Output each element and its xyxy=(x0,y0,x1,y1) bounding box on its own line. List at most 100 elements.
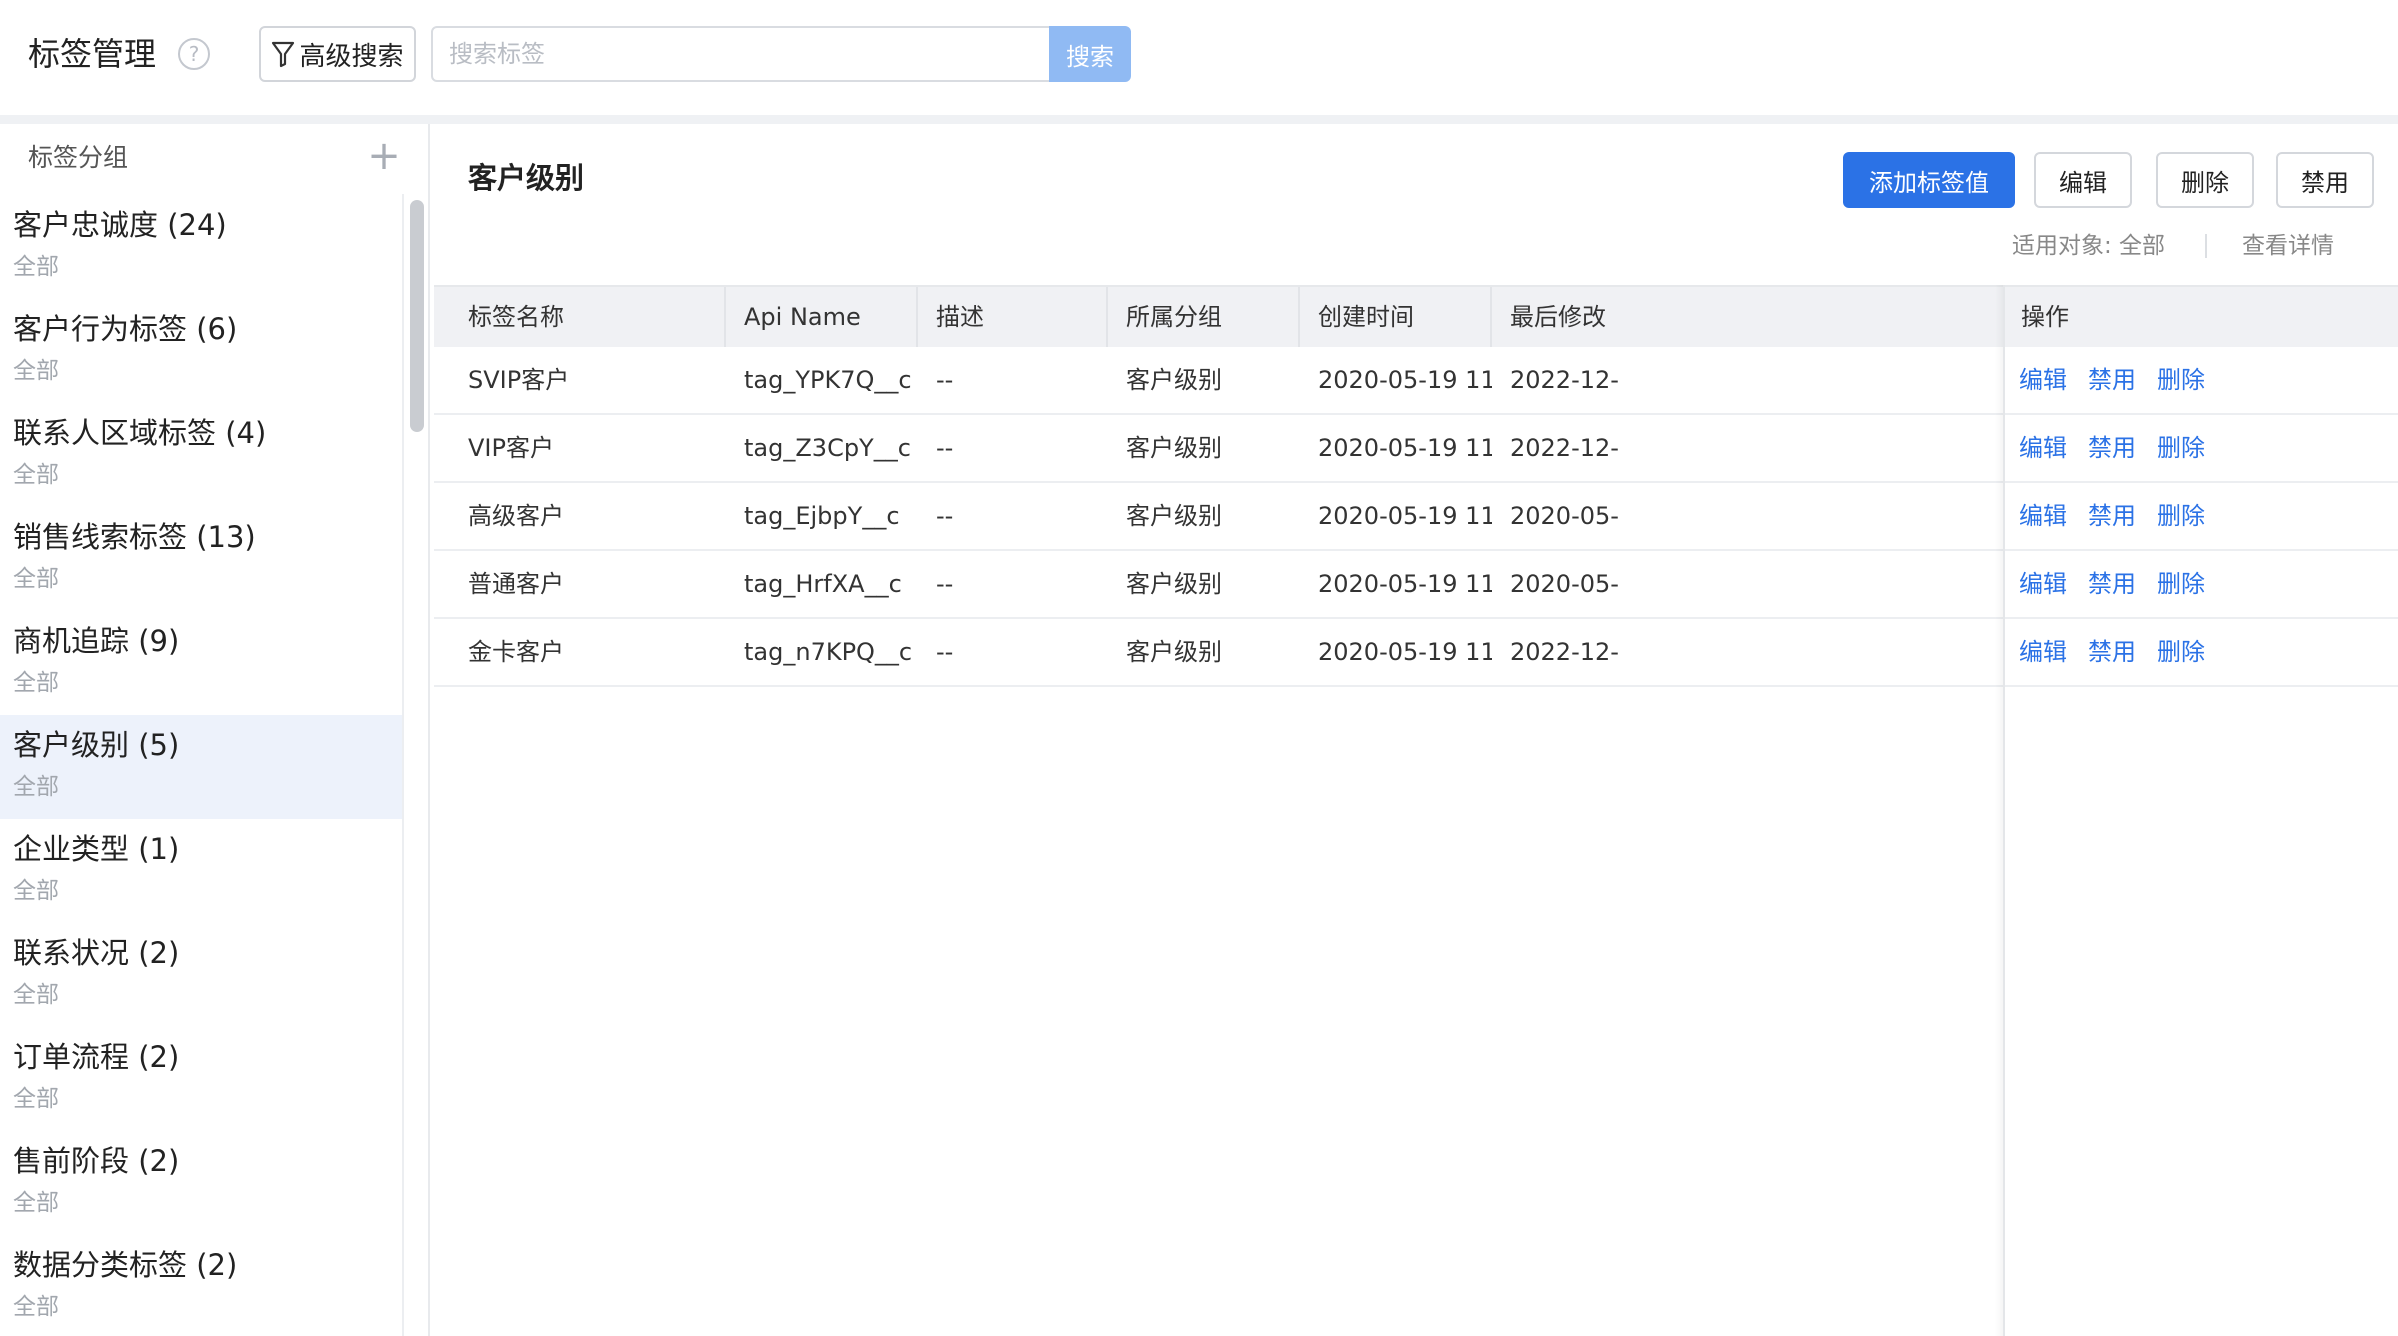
sidebar-group-item[interactable]: 商机追踪 (9) 全部 xyxy=(0,611,402,715)
col-group-header[interactable]: 所属分组 xyxy=(1108,287,1300,347)
row-delete-link[interactable]: 删除 xyxy=(2157,347,2205,413)
advanced-search-label: 高级搜索 xyxy=(299,41,404,72)
search-input[interactable] xyxy=(431,26,1051,82)
last-modified-cell: 2020-05- xyxy=(1510,502,1619,530)
sidebar-group-item[interactable]: 客户忠诚度 (24) 全部 xyxy=(0,195,402,299)
disable-button[interactable]: 禁用 xyxy=(2276,152,2374,208)
actions-column-shadow xyxy=(1995,285,2003,1336)
api-name-cell: tag_Z3CpY__c xyxy=(744,434,911,462)
actions-column-divider xyxy=(2003,285,2005,1336)
sidebar-group-item[interactable]: 数据分类标签 (2) 全部 xyxy=(0,1235,402,1336)
sidebar-group-item[interactable]: 客户行为标签 (6) 全部 xyxy=(0,299,402,403)
table-row: 普通客户 tag_HrfXA__c -- 客户级别 2020-05-19 11:40 20… xyxy=(434,551,2398,619)
sidebar-group-item[interactable]: 企业类型 (1) 全部 xyxy=(0,819,402,923)
row-edit-link[interactable]: 编辑 xyxy=(2019,347,2067,413)
scope-text: 适用对象: 全部 xyxy=(2012,233,2166,259)
group-name: 客户级别 (5) xyxy=(13,728,180,762)
row-disable-link[interactable]: 禁用 xyxy=(2088,347,2136,413)
group-cell: 客户级别 xyxy=(1126,638,1222,666)
created-time-cell: 2020-05-19 11:40 xyxy=(1318,570,1492,598)
row-disable-link[interactable]: 禁用 xyxy=(2088,415,2136,481)
created-time-cell: 2020-05-19 11:39 xyxy=(1318,366,1492,394)
sidebar-divider xyxy=(402,194,404,1336)
add-tag-value-button[interactable]: 添加标签值 xyxy=(1843,152,2015,208)
col-description-header[interactable]: 描述 xyxy=(918,287,1108,347)
sidebar-group-item[interactable]: 销售线索标签 (13) 全部 xyxy=(0,507,402,611)
tag-name-cell: 高级客户 xyxy=(468,502,564,530)
description-cell: -- xyxy=(936,502,954,530)
sidebar-group-item[interactable]: 联系人区域标签 (4) 全部 xyxy=(0,403,402,507)
sidebar-scrollbar[interactable] xyxy=(410,200,424,432)
table-row: 金卡客户 tag_n7KPQ__c -- 客户级别 2020-05-19 11:40 20… xyxy=(434,619,2398,687)
table-body: SVIP客户 tag_YPK7Q__c -- 客户级别 2020-05-19 11:39… xyxy=(434,347,2398,687)
sidebar-group-item[interactable]: 联系状况 (2) 全部 xyxy=(0,923,402,1027)
col-last-modified-header[interactable]: 最后修改 xyxy=(1492,287,1680,347)
tag-table: 标签名称 Api Name 描述 所属分组 创建时间 最后修改 操作 SVIP客户 tag_Y… xyxy=(434,285,2398,687)
table-row: 高级客户 tag_EjbpY__c -- 客户级别 2020-05-19 11:39 20… xyxy=(434,483,2398,551)
search-button[interactable]: 搜索 xyxy=(1049,26,1131,82)
last-modified-cell: 2022-12- xyxy=(1510,366,1619,394)
edit-button[interactable]: 编辑 xyxy=(2034,152,2132,208)
group-name: 企业类型 (1) xyxy=(13,832,180,866)
description-cell: -- xyxy=(936,366,954,394)
col-tag-name-header[interactable]: 标签名称 xyxy=(434,287,726,347)
advanced-search-button[interactable]: 高级搜索 xyxy=(259,26,416,82)
last-modified-cell: 2022-12- xyxy=(1510,638,1619,666)
row-delete-link[interactable]: 删除 xyxy=(2157,415,2205,481)
group-scope: 全部 xyxy=(13,982,59,1008)
group-name: 联系状况 (2) xyxy=(13,936,180,970)
group-scope: 全部 xyxy=(13,1086,59,1112)
row-disable-link[interactable]: 禁用 xyxy=(2088,551,2136,617)
row-delete-link[interactable]: 删除 xyxy=(2157,483,2205,549)
created-time-cell: 2020-05-19 11:39 xyxy=(1318,502,1492,530)
sidebar-group-item[interactable]: 订单流程 (2) 全部 xyxy=(0,1027,402,1131)
section-title: 客户级别 xyxy=(468,161,585,195)
group-cell: 客户级别 xyxy=(1126,570,1222,598)
table-header: 标签名称 Api Name 描述 所属分组 创建时间 最后修改 操作 xyxy=(434,285,2398,347)
group-cell: 客户级别 xyxy=(1126,366,1222,394)
col-api-name-header[interactable]: Api Name xyxy=(726,287,918,347)
tag-name-cell: VIP客户 xyxy=(468,434,554,462)
tag-name-cell: SVIP客户 xyxy=(468,366,570,394)
api-name-cell: tag_HrfXA__c xyxy=(744,570,902,598)
tag-name-cell: 普通客户 xyxy=(468,570,564,598)
row-edit-link[interactable]: 编辑 xyxy=(2019,619,2067,685)
created-time-cell: 2020-05-19 11:39 xyxy=(1318,434,1492,462)
main-panel: 客户级别 添加标签值 编辑 删除 禁用 适用对象: 全部 查看详情 标签名称 Ap… xyxy=(434,124,2398,1336)
row-delete-link[interactable]: 删除 xyxy=(2157,619,2205,685)
tag-name-cell: 金卡客户 xyxy=(468,638,564,666)
add-group-icon[interactable]: + xyxy=(364,136,404,176)
group-name: 销售线索标签 (13) xyxy=(13,520,256,554)
group-scope: 全部 xyxy=(13,566,59,592)
api-name-cell: tag_n7KPQ__c xyxy=(744,638,913,666)
filter-icon xyxy=(271,40,295,68)
delete-button[interactable]: 删除 xyxy=(2156,152,2254,208)
sidebar-title: 标签分组 xyxy=(28,143,129,172)
created-time-cell: 2020-05-19 11:40 xyxy=(1318,638,1492,666)
description-cell: -- xyxy=(936,434,954,462)
sidebar-group-item[interactable]: 售前阶段 (2) 全部 xyxy=(0,1131,402,1235)
sidebar-group-item[interactable]: 客户级别 (5) 全部 xyxy=(0,715,402,819)
row-disable-link[interactable]: 禁用 xyxy=(2088,619,2136,685)
col-actions-header: 操作 xyxy=(2021,303,2069,331)
view-details-link[interactable]: 查看详情 xyxy=(2242,228,2334,264)
row-disable-link[interactable]: 禁用 xyxy=(2088,483,2136,549)
api-name-cell: tag_YPK7Q__c xyxy=(744,366,912,394)
last-modified-cell: 2020-05- xyxy=(1510,570,1619,598)
group-scope: 全部 xyxy=(13,774,59,800)
group-name: 客户忠诚度 (24) xyxy=(13,208,227,242)
page-title: 标签管理 xyxy=(28,35,157,73)
description-cell: -- xyxy=(936,570,954,598)
row-delete-link[interactable]: 删除 xyxy=(2157,551,2205,617)
scope-separator xyxy=(2205,234,2207,258)
group-scope: 全部 xyxy=(13,358,59,384)
row-edit-link[interactable]: 编辑 xyxy=(2019,415,2067,481)
row-edit-link[interactable]: 编辑 xyxy=(2019,551,2067,617)
col-created-time-header[interactable]: 创建时间 xyxy=(1300,287,1492,347)
group-scope: 全部 xyxy=(13,1294,59,1320)
row-edit-link[interactable]: 编辑 xyxy=(2019,483,2067,549)
top-divider xyxy=(0,115,2398,124)
description-cell: -- xyxy=(936,638,954,666)
help-icon[interactable]: ? xyxy=(178,38,210,70)
group-cell: 客户级别 xyxy=(1126,434,1222,462)
